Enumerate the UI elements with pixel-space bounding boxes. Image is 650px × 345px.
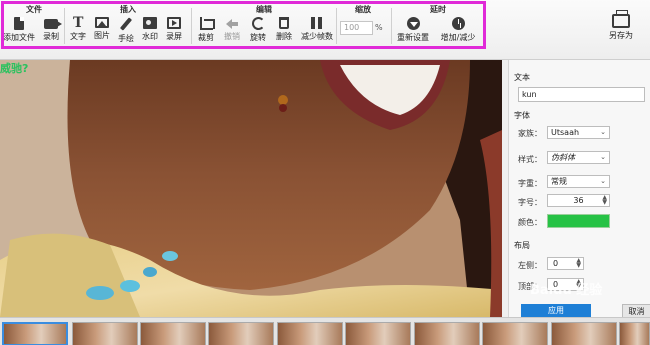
frame-thumbnail[interactable] <box>277 322 343 345</box>
frame-thumbnail[interactable] <box>2 322 68 345</box>
left-position-stepper[interactable]: 0 ▲ ▼ <box>547 257 584 270</box>
font-section-title: 字体 <box>514 111 530 120</box>
spinner-arrows-icon[interactable]: ▲ ▼ <box>576 258 581 269</box>
layout-section-title: 布局 <box>514 241 530 250</box>
font-size-value: 36 <box>573 196 584 205</box>
highlight-frame <box>1 1 486 49</box>
font-style-select[interactable]: 伪斜体 ⌄ <box>547 151 610 164</box>
frame-thumbnail[interactable] <box>345 322 411 345</box>
save-as-icon <box>612 10 630 28</box>
font-family-select[interactable]: Utsaah ⌄ <box>547 126 610 139</box>
style-label: 样式： <box>518 155 542 164</box>
app-window: 文件 添加文件 录制 插入 文字 图片 手绘 <box>0 0 650 345</box>
text-section-title: 文本 <box>514 73 530 82</box>
size-label: 字号： <box>518 198 542 207</box>
spinner-arrows-icon[interactable]: ▲ ▼ <box>602 195 607 206</box>
text-input[interactable]: kun <box>518 87 645 102</box>
font-size-stepper[interactable]: 36 ▲ ▼ <box>547 194 610 207</box>
baidu-watermark: Baidu 经验 <box>530 283 603 298</box>
font-family-value: Utsaah <box>551 128 580 137</box>
chevron-down-icon: ⌄ <box>600 128 606 136</box>
color-label: 颜色： <box>518 218 542 227</box>
overlay-text[interactable]: 威驰? <box>0 60 28 76</box>
save-as-label: 另存为 <box>609 31 633 40</box>
font-style-value: 伪斜体 <box>551 153 575 162</box>
frame-thumbnail[interactable] <box>619 322 650 345</box>
font-color-swatch[interactable] <box>547 214 610 228</box>
frame-strip[interactable] <box>0 317 650 345</box>
font-weight-value: 常规 <box>551 177 567 186</box>
family-label: 家族： <box>518 129 542 138</box>
toolbar: 文件 添加文件 录制 插入 文字 图片 手绘 <box>0 0 650 60</box>
frame-thumbnail[interactable] <box>208 322 274 345</box>
gif-frame-photo <box>0 60 502 317</box>
frame-thumbnail[interactable] <box>140 322 206 345</box>
weight-label: 字重： <box>518 179 542 188</box>
frame-thumbnail[interactable] <box>551 322 617 345</box>
font-weight-select[interactable]: 常规 ⌄ <box>547 175 610 188</box>
chevron-down-icon: ⌄ <box>600 177 606 185</box>
frame-thumbnail[interactable] <box>414 322 480 345</box>
frame-thumbnail[interactable] <box>72 322 138 345</box>
editor-canvas[interactable]: 威驰? <box>0 60 502 317</box>
left-label: 左侧： <box>518 261 542 270</box>
save-as-button[interactable]: 另存为 <box>604 10 638 44</box>
chevron-down-icon: ⌄ <box>600 153 606 161</box>
left-position-value: 0 <box>553 259 559 268</box>
frame-thumbnail[interactable] <box>482 322 548 345</box>
